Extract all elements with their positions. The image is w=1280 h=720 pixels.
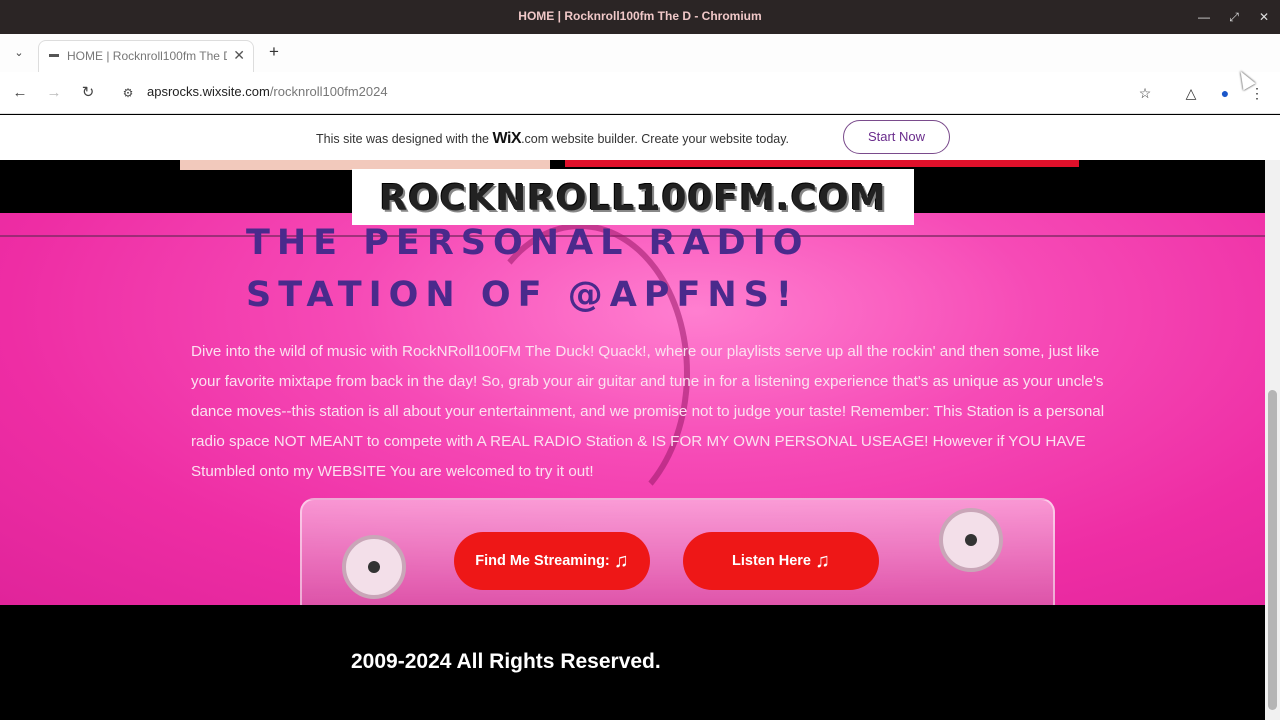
scrollbar-thumb[interactable] (1268, 390, 1277, 710)
close-window-icon[interactable]: ✕ (1254, 7, 1274, 27)
wix-text-before: This site was designed with the (316, 132, 493, 146)
profile-avatar-icon[interactable]: ● (1214, 82, 1236, 104)
cassette-reel-left (342, 535, 406, 599)
find-me-streaming-button[interactable]: Find Me Streaming: ♫ (454, 532, 650, 590)
start-now-button[interactable]: Start Now (843, 120, 950, 154)
cassette-reel-right (939, 508, 1003, 572)
maximize-icon[interactable]: ⤢ (1224, 7, 1244, 27)
address-bar[interactable]: apsrocks.wixsite.com/rocknroll100fm2024 (147, 84, 388, 99)
music-note-icon: ♫ (814, 550, 830, 572)
new-tab-plus-icon[interactable]: + (264, 42, 284, 62)
site-logo[interactable]: ROCKNROLL100FM.COM (352, 169, 914, 225)
labs-flask-icon[interactable]: △ (1180, 82, 1202, 104)
reload-icon[interactable]: ↻ (77, 82, 99, 104)
cassette-tape-image (300, 498, 1055, 605)
bookmark-star-icon[interactable]: ☆ (1134, 82, 1156, 104)
site-info-tune-icon[interactable]: ⚙ (118, 83, 138, 103)
back-arrow-icon[interactable]: ← (9, 82, 31, 104)
close-tab-icon[interactable]: ✕ (233, 47, 245, 64)
tab-label: HOME | Rocknroll100fm The D (67, 49, 227, 63)
url-path: /rocknroll100fm2024 (269, 84, 388, 99)
logo-text: ROCKNROLL100FM.COM (379, 178, 887, 219)
hero-section: THE PERSONAL RADIO STATION OF @APFNS! Di… (0, 213, 1265, 605)
wix-banner: This site was designed with the WiX.com … (0, 115, 1280, 160)
minimize-icon[interactable]: — (1194, 7, 1214, 27)
listen-button-label: Listen Here (732, 553, 811, 569)
stream-button-label: Find Me Streaming: (475, 553, 610, 569)
forward-arrow-icon[interactable]: → (43, 82, 65, 104)
copyright-text: 2009-2024 All Rights Reserved. (351, 650, 661, 673)
page-content: ROCKNROLL100FM.COM THE PERSONAL RADIO ST… (0, 160, 1265, 720)
wix-brand-logo: WiX (492, 130, 522, 147)
window-titlebar: HOME | Rocknroll100fm The D - Chromium —… (0, 0, 1280, 34)
url-host: apsrocks.wixsite.com (147, 84, 270, 99)
browser-toolbar: ← → ↻ ⚙ apsrocks.wixsite.com/rocknroll10… (0, 72, 1280, 114)
tab-search-chevron-icon[interactable]: ⌄ (10, 44, 28, 62)
page-scrollbar[interactable] (1265, 160, 1280, 720)
hero-description: Dive into the wild of music with RockNRo… (191, 343, 1105, 480)
header-stripe-red (565, 160, 1079, 167)
tab-home[interactable]: HOME | Rocknroll100fm The D ✕ (38, 40, 254, 72)
music-note-icon: ♫ (613, 550, 629, 572)
wix-text-after: .com website builder. Create your websit… (521, 132, 790, 146)
site-footer: 2009-2024 All Rights Reserved. (0, 605, 1265, 720)
hero-heading: THE PERSONAL RADIO STATION OF @APFNS! (246, 223, 810, 315)
tab-strip: ⌄ HOME | Rocknroll100fm The D ✕ + (0, 34, 1280, 72)
window-title: HOME | Rocknroll100fm The D - Chromium (518, 9, 762, 23)
wix-banner-message: This site was designed with the WiX.com … (316, 130, 789, 148)
favicon-icon (49, 54, 59, 57)
listen-here-button[interactable]: Listen Here ♫ (683, 532, 879, 590)
